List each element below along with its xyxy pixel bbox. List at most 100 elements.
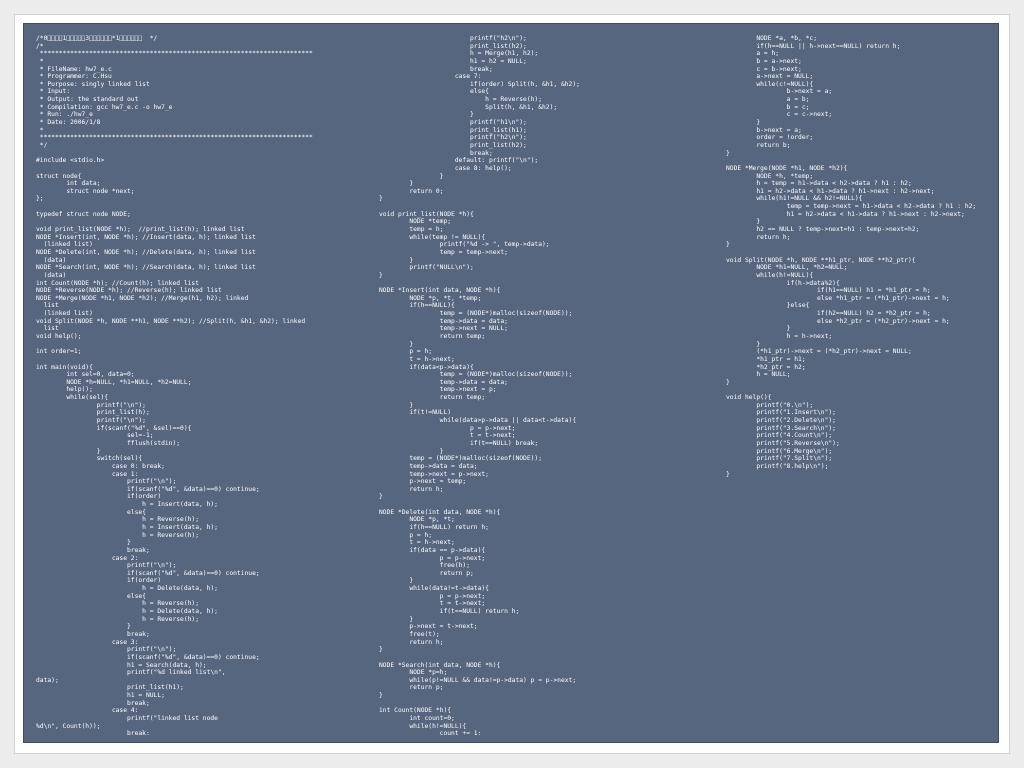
code-line: if(h==NULL || h->next==NULL) return h;: [726, 42, 901, 50]
code-line: if(scanf("%d", &data)==0) continue;: [36, 485, 260, 493]
code-panel: /*0    1     3      *1       *//* ******…: [23, 23, 999, 743]
code-line: return 0;: [379, 187, 444, 195]
code-line: t = h->next;: [379, 355, 455, 363]
code-line: while(sel){: [36, 394, 109, 402]
code-column-left: /*0    1     3      *1       *//* ******…: [36, 35, 371, 735]
code-line: return p;: [379, 569, 474, 577]
code-line: data);: [36, 676, 59, 684]
code-line: if(t!=NULL): [379, 409, 452, 417]
code-line: p->next = t->next;: [379, 623, 478, 631]
code-line: return h;: [379, 485, 444, 493]
code-line: NODE *Insert(int data, NODE *h){: [379, 287, 501, 295]
code-line: (linked list): [36, 310, 93, 318]
code-line: }: [379, 111, 474, 119]
code-line: printf("0.\n");: [726, 401, 814, 409]
code-line: h1 = h2 = NULL;: [379, 57, 527, 65]
code-line: * Compilation: gcc hw7_e.c -o hw7_e: [36, 103, 173, 111]
code-line: temp = temp->next = h1->data < h2->data …: [726, 203, 977, 211]
code-line: h = Merge(h1, h2);: [379, 50, 539, 58]
code-line: * Output: the standard out: [36, 96, 139, 104]
code-line: #include <stdio.h>: [36, 157, 105, 165]
code-line: }: [36, 447, 101, 455]
code-line: temp = temp->next;: [379, 248, 508, 256]
code-line: *h2_ptr = h2;: [726, 363, 806, 371]
code-line: fflush(stdin);: [36, 439, 181, 447]
code-line: while(data!=t->data){: [379, 585, 489, 593]
code-line: }: [726, 119, 761, 127]
code-line: a = b;: [726, 96, 810, 104]
code-line: break;: [36, 699, 150, 707]
code-line: int data;: [36, 180, 101, 188]
code-line: printf("8.help\n");: [726, 462, 829, 470]
code-line: int Count(NODE *h){: [379, 707, 452, 715]
code-line: return b;: [726, 141, 791, 149]
code-line: }: [379, 401, 414, 409]
code-line: temp->next = p->next;: [379, 470, 489, 478]
code-line: case 4:: [36, 707, 139, 715]
code-line: p = h;: [379, 531, 433, 539]
code-line: temp->data = data;: [379, 462, 478, 470]
code-line: /*0    1     3      *1       */: [36, 35, 158, 42]
code-line: }: [36, 539, 131, 547]
code-line: temp->data = data;: [379, 317, 508, 325]
code-line: if(data == p->data){: [379, 546, 486, 554]
code-line: NODE *Delete(int, NODE *h); //Delete(dat…: [36, 248, 256, 256]
code-line: break;: [36, 730, 150, 735]
code-line: if(t==NULL) break;: [379, 439, 539, 447]
code-line: case 7:: [379, 73, 482, 81]
code-line: print_list(h);: [36, 409, 150, 417]
code-line: temp = (NODE*)malloc(sizeof(NODE));: [379, 310, 573, 318]
code-line: h1 = Search(data, h);: [36, 661, 207, 669]
code-line: }: [379, 195, 383, 203]
code-line: if(h2==NULL) h2 = *h2_ptr = h;: [726, 310, 931, 318]
code-line: break;: [36, 630, 150, 638]
code-line: printf("2.Delete\n");: [726, 417, 836, 425]
code-line: h = Reverse(h);: [36, 600, 200, 608]
code-line: b = c;: [726, 103, 810, 111]
code-line: b->next = a;: [726, 126, 802, 134]
code-line: }: [379, 447, 444, 455]
code-line: NODE *Merge(NODE *h1, NODE *h2){: [726, 164, 848, 172]
code-line: t = t->next;: [379, 432, 516, 440]
code-line: while(h1!=NULL && h2!=NULL){: [726, 195, 863, 203]
code-line: while(temp != NULL){: [379, 233, 486, 241]
code-line: }: [379, 256, 414, 264]
code-line: int Count(NODE *h); //Count(h); linked l…: [36, 279, 200, 287]
code-line: while(c!=NULL){: [726, 80, 814, 88]
code-line: printf("linked list node: [36, 715, 218, 723]
code-line: else{: [36, 508, 146, 516]
code-line: NODE *Reverse(NODE *h); //Reverse(h); li…: [36, 287, 222, 295]
code-line: case 8: help();: [379, 164, 512, 172]
code-line: temp->next = NULL;: [379, 325, 508, 333]
code-line: NODE *Delete(int data, NODE *h){: [379, 508, 501, 516]
slide-frame: /*0    1     3      *1       *//* ******…: [14, 14, 1010, 754]
code-line: temp->data = data;: [379, 378, 508, 386]
code-line: NODE *p, *t;: [379, 516, 455, 524]
code-line: void Split(NODE *h, NODE **h1_ptr, NODE …: [726, 256, 916, 264]
code-line: printf("3.Search\n");: [726, 424, 836, 432]
code-line: p = p->next;: [379, 424, 516, 432]
code-line: p = p->next;: [379, 554, 486, 562]
code-line: NODE *h, *temp;: [726, 172, 814, 180]
code-line: }else{: [726, 302, 810, 310]
code-line: h = Insert(data, h);: [36, 524, 218, 531]
code-line: b->next = a;: [726, 88, 833, 96]
code-line: struct node *next;: [36, 187, 135, 195]
code-line: }: [379, 646, 383, 654]
code-line: printf("h1\n");: [379, 119, 527, 127]
code-line: * Purpose: singly linked list: [36, 80, 150, 88]
code-line: while(p!=NULL && data!=p->data) p = p->n…: [379, 676, 577, 684]
code-line: if(scanf("%d", &data)==0) continue;: [36, 569, 260, 577]
code-line: NODE *Search(int, NODE *h); //Search(dat…: [36, 264, 256, 272]
code-line: h = NULL;: [726, 371, 791, 379]
code-line: int order=1;: [36, 348, 82, 356]
code-line: }: [726, 325, 791, 333]
code-line: print_list(h1);: [36, 684, 184, 692]
